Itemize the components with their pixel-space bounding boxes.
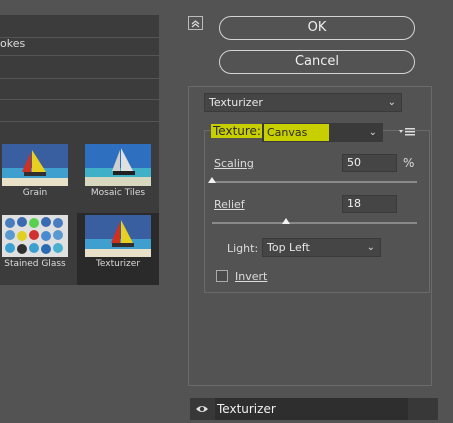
category-label: okes [0, 37, 26, 50]
category-row[interactable]: okes [0, 15, 159, 50]
texture-label: Texture: [211, 124, 263, 138]
filter-select[interactable]: Texturizer ⌄ [204, 93, 402, 112]
light-select[interactable]: Top Left ⌄ [262, 238, 381, 257]
scaling-slider-handle[interactable] [208, 177, 216, 183]
chevron-down-icon: ⌄ [366, 242, 375, 253]
chevron-down-icon: ⌄ [387, 97, 396, 108]
texture-select-value: Canvas [264, 124, 330, 141]
light-label: Light: [227, 242, 259, 255]
invert-checkbox[interactable] [216, 270, 228, 282]
thumbnail-label: Texturizer [95, 259, 141, 269]
thumbnail-label: Stained Glass [4, 259, 66, 269]
cancel-button[interactable]: Cancel [219, 50, 415, 74]
eye-icon[interactable] [195, 403, 209, 418]
collapse-gallery-button[interactable] [188, 16, 203, 30]
scaling-unit: % [403, 156, 415, 170]
relief-input[interactable]: 18 [342, 195, 397, 213]
chevron-down-icon: ⌄ [368, 127, 377, 138]
effect-layer-row[interactable]: Texturizer [190, 398, 438, 420]
relief-slider-handle[interactable] [281, 218, 290, 224]
category-row[interactable] [0, 99, 159, 122]
mosaic-tiles-thumbnail[interactable] [85, 144, 151, 186]
stained-glass-thumbnail[interactable] [2, 215, 68, 257]
collapse-chevron-icon [191, 20, 200, 28]
thumbnail-label: Grain [22, 188, 48, 198]
invert-label: Invert [235, 270, 268, 283]
texture-select[interactable]: Canvas ⌄ [262, 123, 383, 142]
scaling-label: Scaling [214, 157, 254, 170]
scaling-slider-track[interactable] [212, 181, 417, 183]
thumbnail-label: Mosaic Tiles [90, 188, 146, 198]
grain-thumbnail[interactable] [2, 144, 68, 186]
texturizer-thumbnail[interactable] [85, 215, 151, 257]
texture-label-wrap: Texture: [211, 124, 263, 140]
ok-button[interactable]: OK [219, 16, 415, 40]
effect-layer-name: Texturizer [215, 398, 408, 420]
category-row[interactable] [0, 77, 159, 100]
light-select-value: Top Left [267, 241, 310, 254]
filter-select-value: Texturizer [209, 96, 263, 109]
texture-menu-icon[interactable] [398, 126, 418, 138]
category-row[interactable] [0, 55, 159, 79]
relief-slider-track[interactable] [212, 222, 417, 224]
relief-label: Relief [214, 198, 245, 211]
scaling-input[interactable]: 50 [342, 154, 397, 172]
